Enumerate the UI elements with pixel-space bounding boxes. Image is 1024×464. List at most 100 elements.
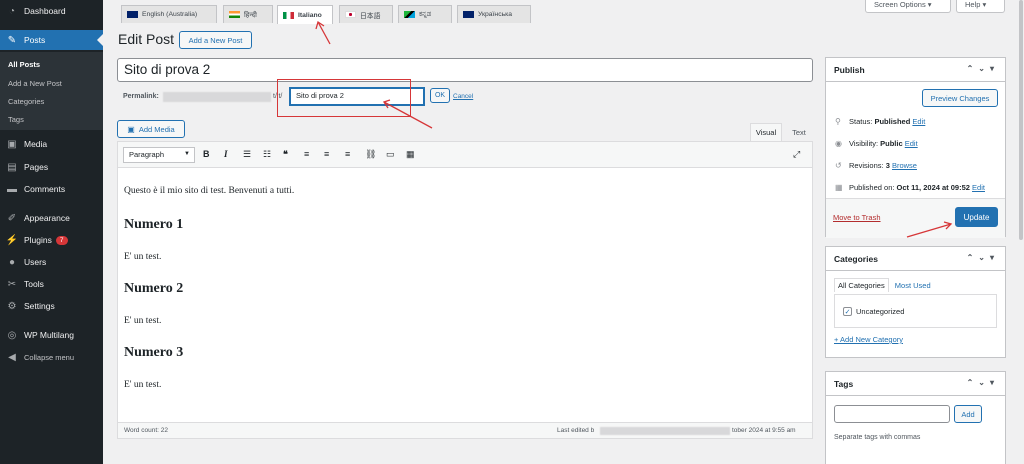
content-heading: Numero 2 — [124, 281, 184, 296]
annotation-arrow-icon — [382, 99, 433, 129]
align-right-icon[interactable]: ≡ — [345, 149, 350, 159]
toggle-arrow-icon[interactable]: ▾ — [990, 64, 999, 73]
menu-posts[interactable]: ✎ Posts — [0, 30, 103, 50]
chevron-down-icon[interactable]: ⌄ — [978, 64, 990, 73]
menu-appearance[interactable]: ✐ Appearance — [0, 208, 103, 228]
menu-pages[interactable]: ▤ Pages — [0, 157, 103, 177]
chevron-up-icon[interactable]: ⌃ — [967, 64, 979, 73]
category-checkbox[interactable]: ✓ — [843, 307, 852, 316]
toggle-arrow-icon[interactable]: ▾ — [990, 253, 999, 262]
chevron-up-icon[interactable]: ⌃ — [967, 378, 979, 387]
edit-status-link[interactable]: Edit — [912, 117, 925, 126]
status-row: ⚲ Status: Published Edit — [835, 117, 925, 126]
submenu-all-posts[interactable]: All Posts — [8, 60, 40, 69]
page-scrollbar[interactable] — [1018, 0, 1024, 464]
read-more-icon[interactable]: ▭ — [386, 149, 395, 160]
tab-visual[interactable]: Visual — [750, 123, 782, 141]
admin-sidebar: ◔ Dashboard ✎ Posts All Posts Add a New … — [0, 0, 103, 464]
menu-comments[interactable]: ▬ Comments — [0, 179, 103, 199]
last-edited-prefix: Last edited b — [557, 427, 595, 434]
link-icon[interactable]: ⛓ — [365, 149, 376, 160]
published-on-label: Published on: — [849, 183, 895, 192]
it-flag-icon — [283, 11, 294, 19]
menu-posts-label: Posts — [24, 35, 46, 45]
tab-all-categories[interactable]: All Categories — [834, 278, 889, 292]
edit-date-link[interactable]: Edit — [972, 183, 985, 192]
lang-tab-kannada[interactable]: ಕನ್ನಡ — [398, 5, 452, 23]
menu-users[interactable]: ● Users — [0, 252, 103, 272]
menu-plugins[interactable]: ⚡ Plugins 7 — [0, 230, 103, 250]
submenu-categories[interactable]: Categories — [8, 97, 44, 106]
category-tabs: All Categories Most Used — [834, 278, 931, 292]
post-title-input[interactable]: Sito di prova 2 — [117, 58, 813, 82]
content-heading: Numero 1 — [124, 217, 184, 232]
page-title: Edit Post — [118, 31, 175, 47]
annotation-arrow-icon — [906, 221, 953, 238]
tab-text[interactable]: Text — [785, 123, 813, 141]
box-controls[interactable]: ⌃⌄▾ — [967, 64, 999, 73]
scrollbar-thumb[interactable] — [1019, 0, 1023, 240]
update-button[interactable]: Update — [955, 207, 998, 227]
tab-most-used[interactable]: Most Used — [895, 281, 931, 290]
au-flag-icon — [127, 11, 138, 18]
calendar-icon: ▦ — [835, 183, 843, 192]
bullet-list-icon[interactable]: ☰ — [243, 149, 251, 160]
preview-changes-button[interactable]: Preview Changes — [922, 89, 998, 107]
menu-media[interactable]: ▣ Media — [0, 134, 103, 154]
dashboard-icon: ◔ — [8, 5, 16, 17]
menu-tools[interactable]: ✂ Tools — [0, 274, 103, 294]
screen-options-button[interactable]: Screen Options ▾ — [865, 0, 951, 13]
italic-icon[interactable]: I — [224, 149, 228, 159]
add-tag-button[interactable]: Add — [954, 405, 982, 423]
collapse-menu-button[interactable]: ◀ Collapse menu — [0, 347, 103, 367]
status-value: Published — [874, 117, 911, 126]
edit-visibility-link[interactable]: Edit — [905, 139, 918, 148]
chevron-down-icon[interactable]: ⌄ — [978, 253, 990, 262]
add-new-post-button[interactable]: Add a New Post — [179, 31, 252, 49]
chevron-up-icon[interactable]: ⌃ — [967, 253, 979, 262]
content-paragraph: E' un test. — [124, 252, 162, 262]
content-editor[interactable]: Paragraph ▼ B I ☰ ☷ ❝ ≡ ≡ ≡ ⛓ ▭ ▦ ⤢ Ques… — [117, 141, 813, 439]
numbered-list-icon[interactable]: ☷ — [263, 149, 271, 160]
add-new-category-link[interactable]: + Add New Category — [834, 335, 903, 344]
help-button[interactable]: Help ▾ — [956, 0, 1005, 13]
toggle-arrow-icon[interactable]: ▾ — [990, 378, 999, 387]
format-select[interactable]: Paragraph ▼ — [123, 147, 195, 163]
category-item[interactable]: ✓ Uncategorized — [843, 307, 904, 316]
plugins-update-badge: 7 — [55, 235, 68, 245]
media-icon: ▣ — [7, 138, 17, 150]
history-icon: ↺ — [835, 161, 842, 170]
browse-revisions-link[interactable]: Browse — [892, 161, 917, 170]
add-media-button[interactable]: ▣ Add Media — [117, 120, 185, 138]
menu-wp-multilang[interactable]: ◎ WP Multilang — [0, 325, 103, 345]
lang-tab-english[interactable]: English (Australia) — [121, 5, 217, 23]
submenu-tags[interactable]: Tags — [8, 115, 24, 124]
chevron-down-icon[interactable]: ⌄ — [978, 378, 990, 387]
menu-settings[interactable]: ⚙ Settings — [0, 296, 103, 316]
users-icon: ● — [8, 256, 16, 268]
lang-tab-label: English (Australia) — [142, 11, 198, 18]
permalink-cancel-link[interactable]: Cancel — [453, 93, 473, 100]
fullscreen-icon[interactable]: ⤢ — [793, 149, 800, 160]
toolbar-toggle-icon[interactable]: ▦ — [406, 149, 415, 160]
box-controls[interactable]: ⌃⌄▾ — [967, 253, 999, 262]
tag-input[interactable] — [834, 405, 950, 423]
bold-icon[interactable]: B — [203, 149, 210, 159]
submenu-add-new-post[interactable]: Add a New Post — [8, 79, 62, 88]
box-controls[interactable]: ⌃⌄▾ — [967, 378, 999, 387]
lang-tab-japanese[interactable]: 日本語 — [339, 5, 393, 23]
tab-visual-label: Visual — [755, 128, 777, 137]
chevron-down-icon: ▼ — [184, 151, 190, 157]
category-item-label: Uncategorized — [856, 307, 905, 316]
move-to-trash-link[interactable]: Move to Trash — [833, 213, 881, 222]
align-center-icon[interactable]: ≡ — [324, 149, 329, 159]
menu-dashboard[interactable]: ◔ Dashboard — [0, 1, 103, 21]
categories-box-title: Categories — [834, 254, 878, 264]
lang-tab-ukrainian[interactable]: Українська — [457, 5, 531, 23]
align-left-icon[interactable]: ≡ — [304, 149, 309, 159]
tags-box-header: Tags ⌃⌄▾ — [826, 372, 1005, 396]
lang-tab-label: हिन्दी — [244, 12, 257, 19]
blockquote-icon[interactable]: ❝ — [283, 149, 288, 160]
lang-tab-hindi[interactable]: हिन्दी — [223, 5, 273, 23]
current-menu-arrow — [97, 34, 103, 46]
